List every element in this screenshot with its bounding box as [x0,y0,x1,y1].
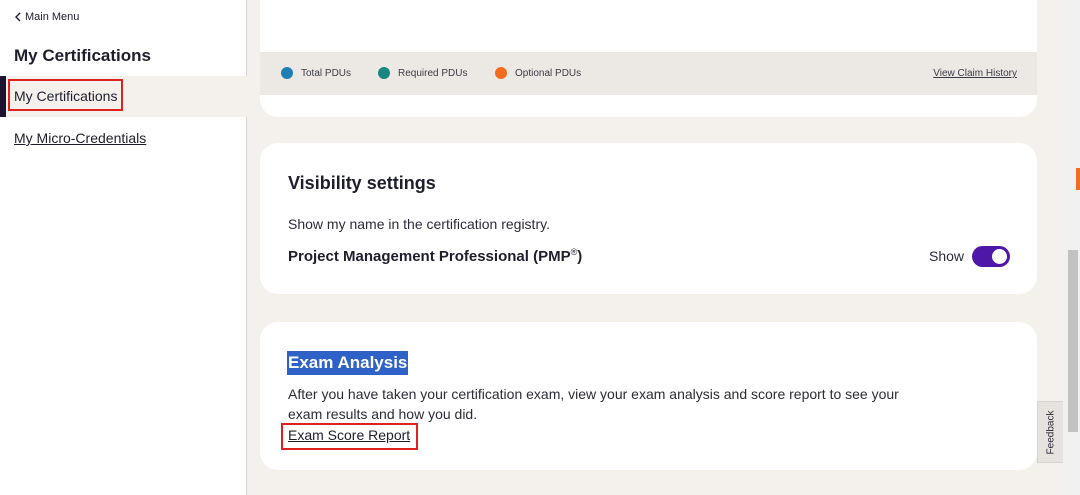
sidebar: Main Menu My Certifications My Certifica… [0,0,247,495]
legend-dot-icon [378,67,390,79]
legend-label: Total PDUs [301,67,352,79]
sidebar-item-label: My Certifications [8,79,124,111]
exam-score-report-link[interactable]: Exam Score Report [288,427,410,443]
legend-dot-icon [495,67,507,79]
edge-tab-marker [1076,168,1080,190]
certification-name: Project Management Professional (PMP®) [288,247,582,265]
sidebar-title: My Certifications [14,46,151,65]
sidebar-item-my-micro-credentials[interactable]: My Micro-Credentials [14,130,146,146]
show-label: Show [929,248,965,264]
visibility-description: Show my name in the certification regist… [288,216,550,232]
page-scrollbar[interactable] [1066,0,1080,495]
legend-optional-pdus: Optional PDUs [495,67,581,79]
view-claim-history-link[interactable]: View Claim History [933,68,1017,79]
exam-analysis-title: Exam Analysis [287,351,409,375]
pdu-card: Total PDUs Required PDUs Optional PDUs V… [260,0,1037,117]
visibility-toggle[interactable] [972,246,1010,267]
certification-suffix: ) [577,248,583,265]
main-menu-link[interactable]: Main Menu [14,11,79,23]
visibility-title: Visibility settings [288,173,436,193]
exam-analysis-description: After you have taken your certification … [288,386,899,422]
legend-dot-icon [281,67,293,79]
active-indicator [0,76,6,117]
exam-score-report-highlight: Exam Score Report [281,423,419,450]
scrollbar-thumb[interactable] [1068,250,1078,432]
toggle-knob [992,249,1007,264]
legend-label: Required PDUs [398,67,468,79]
sidebar-item-my-certifications[interactable]: My Certifications [0,76,247,117]
legend-label: Optional PDUs [515,67,582,79]
chevron-left-icon [15,12,21,22]
certification-label: Project Management Professional (PMP [288,248,571,265]
main-menu-label: Main Menu [25,11,80,23]
exam-analysis-card: Exam Analysis After you have taken your … [260,322,1037,470]
legend-total-pdus: Total PDUs [281,67,351,79]
feedback-label: Feedback [1045,410,1057,454]
feedback-button[interactable]: Feedback [1037,401,1063,463]
pdu-legend-bar: Total PDUs Required PDUs Optional PDUs V… [260,52,1037,95]
visibility-settings-card: Visibility settings Show my name in the … [260,143,1037,294]
legend-required-pdus: Required PDUs [378,67,467,79]
